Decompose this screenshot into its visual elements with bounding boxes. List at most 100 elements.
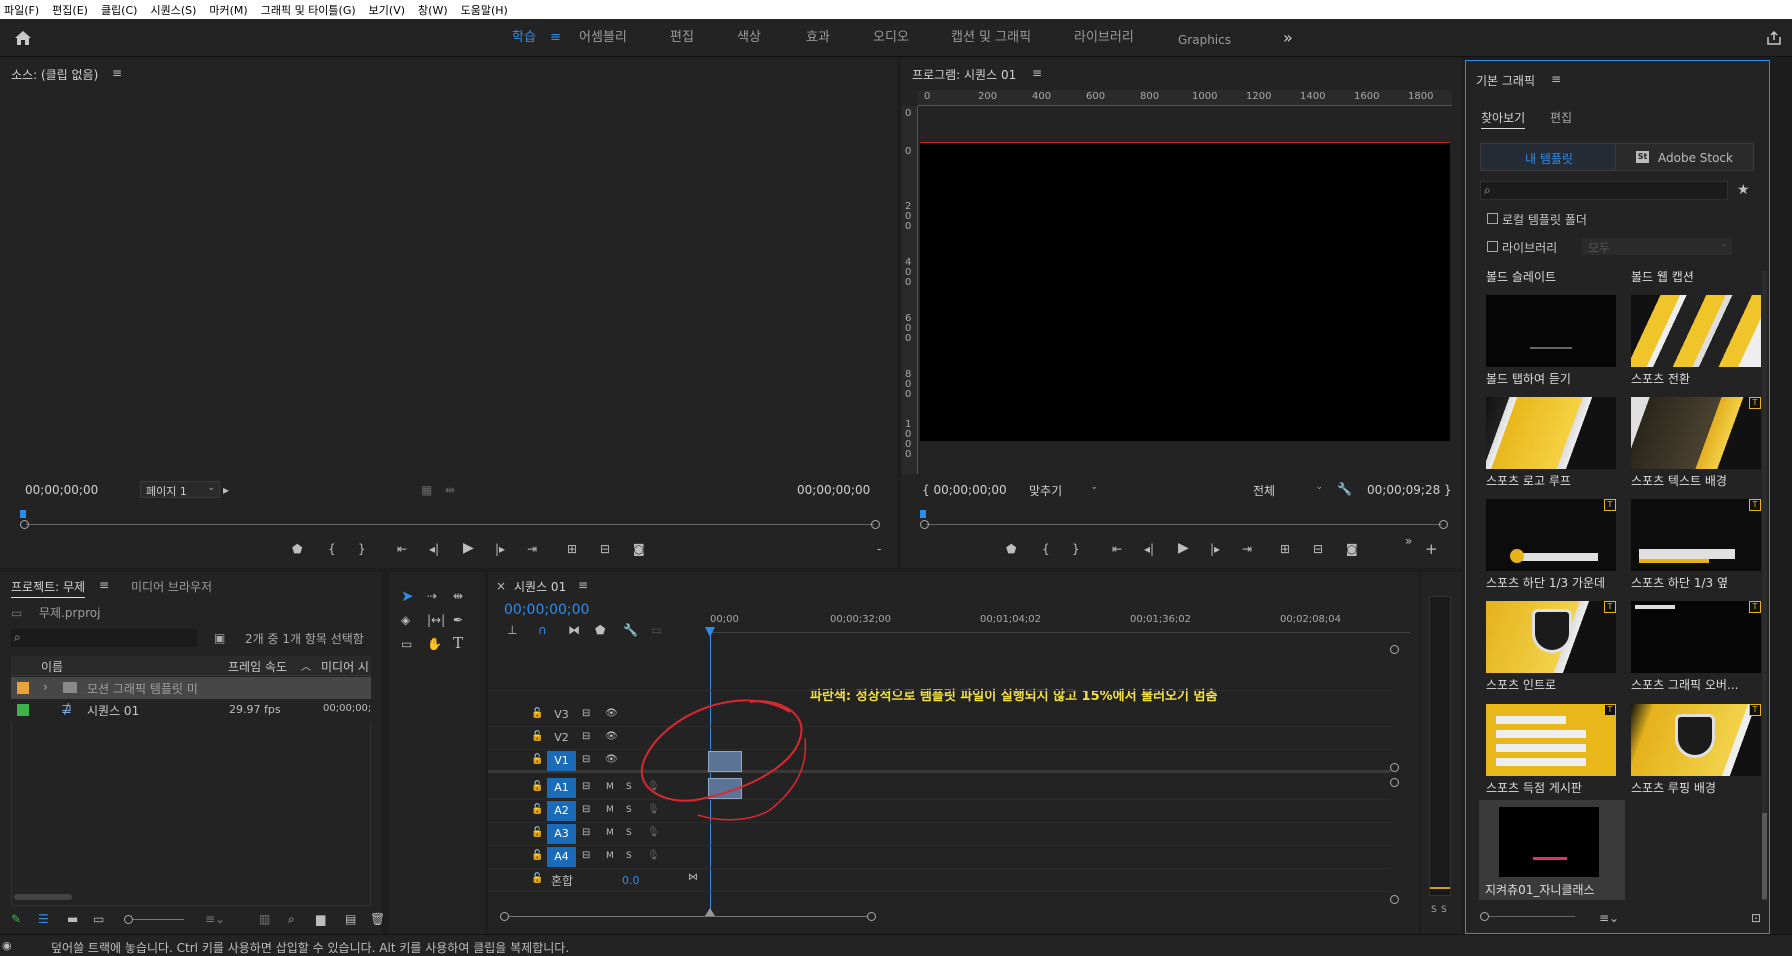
close-icon[interactable]: × — [496, 579, 506, 593]
scroll-handle-bottom[interactable] — [1390, 895, 1399, 904]
menu-file[interactable]: 파일(F) — [4, 2, 39, 18]
share-icon[interactable] — [1766, 30, 1782, 46]
play-icon[interactable]: ▶ — [1178, 541, 1189, 555]
column-frame-rate[interactable]: 프레임 속도 — [228, 658, 287, 675]
template-thumbnail[interactable] — [1486, 295, 1616, 367]
mark-out-icon[interactable]: } — [1072, 542, 1080, 556]
template-search-input[interactable]: ⌕ — [1480, 181, 1728, 200]
lock-icon[interactable]: 🔓 — [531, 826, 543, 840]
program-scrub-bar[interactable] — [920, 510, 1448, 530]
template-thumbnail[interactable] — [1631, 397, 1761, 469]
template-thumbnail[interactable] — [1631, 499, 1761, 571]
workspace-tab-edit[interactable]: 편집 — [670, 19, 694, 57]
more-controls-icon[interactable]: - — [877, 542, 881, 556]
freeform-view-icon[interactable]: ▭ — [93, 912, 104, 926]
overwrite-icon[interactable]: ⊟ — [600, 542, 610, 556]
step-back-icon[interactable]: ◂| — [1144, 542, 1154, 556]
sync-lock-icon[interactable]: ⊟ — [582, 753, 590, 767]
workspace-tab-color[interactable]: 색상 — [737, 19, 761, 57]
menu-icon[interactable]: ≡ — [550, 30, 561, 45]
microphone-icon[interactable]: 🎙 — [647, 849, 660, 863]
menu-graphics[interactable]: 그래픽 및 타이틀(G) — [261, 2, 356, 18]
scroll-handle-right[interactable] — [871, 520, 880, 529]
track-mix[interactable]: 🔓 혼합 0.0 ⋈ — [488, 869, 1391, 892]
source-scrub-bar[interactable] — [20, 510, 880, 530]
sync-lock-icon[interactable]: ⊟ — [582, 849, 590, 863]
trash-icon[interactable]: 🗑 — [370, 912, 385, 926]
solo-button[interactable]: S — [626, 826, 632, 840]
add-marker-icon[interactable]: ⬟ — [1006, 542, 1016, 556]
template-thumbnail[interactable] — [1631, 601, 1761, 673]
solo-left-button[interactable]: S — [1431, 905, 1437, 915]
automate-icon[interactable]: ▥ — [259, 912, 270, 926]
lock-icon[interactable]: 🔓 — [531, 753, 543, 767]
eye-icon[interactable]: 👁 — [605, 707, 618, 721]
horizontal-scrollbar[interactable] — [14, 894, 72, 900]
zoom-slider-handle[interactable] — [1480, 912, 1489, 921]
fit-select[interactable]: 맞추기 ⌄ — [1026, 481, 1102, 498]
zoom-slider[interactable] — [124, 919, 184, 920]
mix-go-to-icon[interactable]: ⋈ — [688, 871, 698, 885]
new-item-icon[interactable]: ⊡ — [1751, 911, 1761, 925]
tab-project[interactable]: 프로젝트: 무제 — [11, 578, 86, 598]
star-icon[interactable]: ★ — [1737, 183, 1750, 197]
pen-tool-icon[interactable]: ✒ — [453, 613, 463, 627]
workspace-tab-libraries[interactable]: 라이브러리 — [1074, 19, 1134, 57]
step-forward-icon[interactable]: |▸ — [495, 542, 505, 556]
wrench-icon[interactable]: 🔧 — [623, 623, 638, 637]
workspace-tab-captions[interactable]: 캡션 및 그래픽 — [951, 19, 1031, 57]
snap-icon[interactable]: ∩ — [538, 623, 547, 637]
sync-lock-icon[interactable]: ⊟ — [582, 780, 590, 794]
type-tool-icon[interactable]: T — [453, 636, 463, 651]
template-thumbnail[interactable] — [1486, 499, 1616, 571]
step-forward-icon[interactable]: |▸ — [1210, 542, 1220, 556]
playhead[interactable] — [20, 510, 26, 518]
menu-sequence[interactable]: 시퀀스(S) — [150, 2, 196, 18]
mute-button[interactable]: M — [606, 849, 614, 863]
captions-icon[interactable]: ▭ — [651, 623, 662, 637]
list-item[interactable]: ⋣ 시퀀스 01 29.97 fps 00;00;00;0 — [11, 699, 371, 721]
track-v3[interactable]: 🔓 V3 ⊟ 👁 — [488, 704, 1391, 727]
camera-icon[interactable]: ◙ — [633, 542, 645, 556]
nest-icon[interactable]: ⊥ — [507, 623, 517, 637]
sort-menu-icon[interactable]: ≡⌄ — [1599, 911, 1619, 925]
scrollbar-thumb[interactable] — [1762, 813, 1767, 899]
program-monitor-title[interactable]: 프로그램: 시퀀스 01 — [912, 66, 1016, 83]
mark-in-icon[interactable]: { — [1042, 542, 1050, 556]
panel-menu-icon[interactable]: ≡ — [112, 66, 122, 80]
local-templates-checkbox[interactable] — [1487, 213, 1498, 224]
lock-icon[interactable]: 🔓 — [531, 780, 543, 794]
play-region-icon[interactable]: ▸ — [223, 483, 229, 497]
scroll-handle-bottom[interactable] — [1390, 763, 1399, 772]
workspace-tab-assembly[interactable]: 어셈블리 — [579, 19, 627, 57]
track-a2[interactable]: 🔓 A2 ⊟ M S 🎙 — [488, 800, 1391, 823]
settings-icon[interactable]: ▦ — [421, 483, 432, 497]
menu-edit[interactable]: 편집(E) — [52, 2, 88, 18]
add-marker-icon[interactable]: ⬟ — [595, 623, 605, 637]
lift-icon[interactable]: ⊞ — [1280, 542, 1290, 556]
essential-graphics-title[interactable]: 기본 그래픽 — [1476, 72, 1535, 89]
tab-edit[interactable]: 편집 — [1550, 109, 1572, 126]
template-scrollbar[interactable] — [1762, 271, 1767, 901]
insert-icon[interactable]: ⊞ — [567, 542, 577, 556]
scroll-handle-left[interactable] — [20, 520, 29, 529]
program-video-frame[interactable] — [920, 142, 1450, 441]
timeline-timecode[interactable]: 00;00;00;00 — [504, 602, 589, 618]
new-item-icon[interactable]: ▤ — [345, 912, 356, 926]
wrench-icon[interactable]: 🔧 — [1337, 482, 1352, 496]
scroll-handle-top[interactable] — [1390, 645, 1399, 654]
go-to-out-icon[interactable]: ⇥ — [527, 542, 537, 556]
mute-button[interactable]: M — [606, 780, 614, 794]
source-monitor-title[interactable]: 소스: (클립 없음) — [11, 66, 98, 83]
zoom-slider-handle[interactable] — [124, 915, 133, 924]
add-button-icon[interactable]: + — [1425, 542, 1438, 557]
template-thumbnail[interactable] — [1486, 601, 1616, 673]
go-to-in-icon[interactable]: ⇤ — [1112, 542, 1122, 556]
step-back-icon[interactable]: ◂| — [429, 542, 439, 556]
lock-icon[interactable]: 🔓 — [531, 849, 543, 863]
track-a1[interactable]: 🔓 A1 ⊟ M S 🎙 — [488, 777, 1391, 800]
extract-icon[interactable]: ⊟ — [1313, 542, 1323, 556]
list-view-icon[interactable]: ☰ — [38, 912, 49, 926]
template-thumbnail[interactable] — [1486, 704, 1616, 776]
column-name[interactable]: 이름 — [41, 658, 63, 675]
